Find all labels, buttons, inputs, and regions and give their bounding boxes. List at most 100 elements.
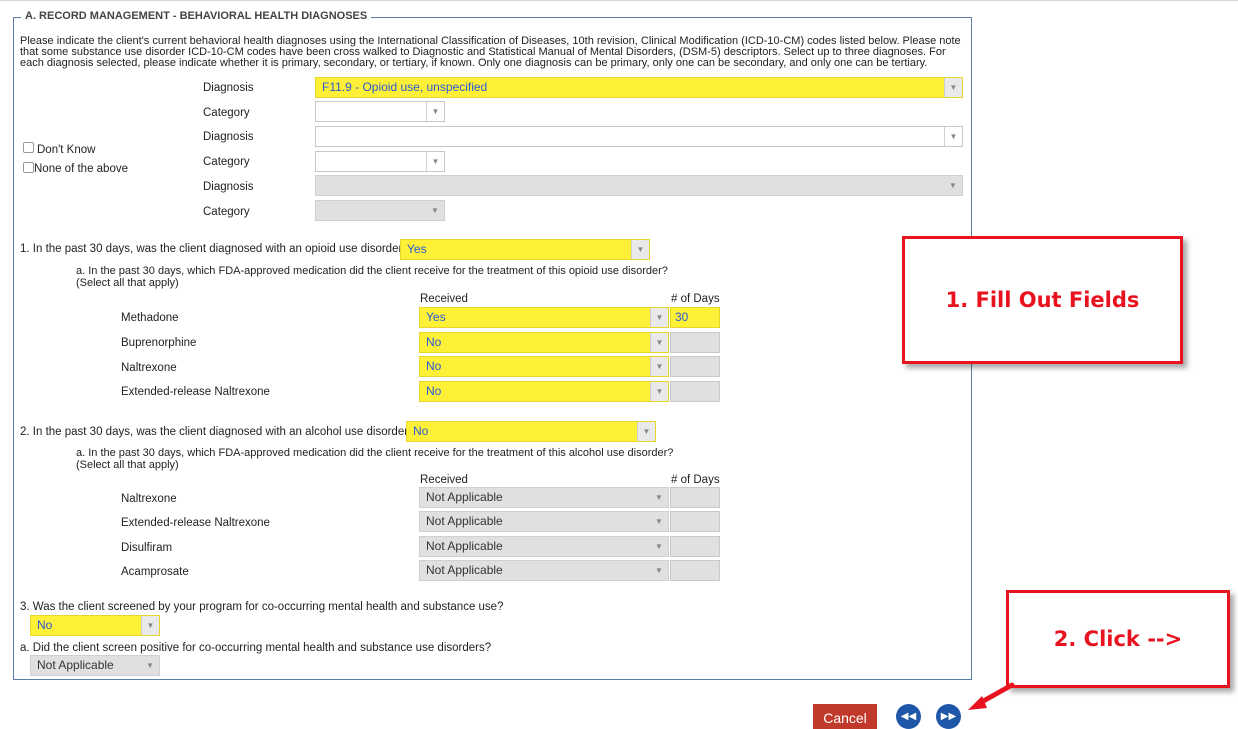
q2-med-received-value: Not Applicable bbox=[426, 490, 503, 504]
q2-med-days-input[interactable] bbox=[670, 487, 720, 508]
none-of-above-label: None of the above bbox=[34, 163, 128, 175]
chevron-down-icon: ▼ bbox=[655, 493, 663, 502]
intro-text: Please indicate the client's current beh… bbox=[20, 35, 961, 69]
q1-question: 1. In the past 30 days, was the client d… bbox=[20, 243, 409, 255]
diagnosis-1-select[interactable]: F11.9 - Opioid use, unspecified ▼ bbox=[315, 77, 963, 98]
q1-med-received-select[interactable]: No ▼ bbox=[419, 332, 669, 353]
q1-med-received-select[interactable]: Yes ▼ bbox=[419, 307, 669, 328]
rewind-icon: ◀◀ bbox=[900, 711, 917, 722]
chevron-down-icon: ▼ bbox=[655, 517, 663, 526]
q2-med-received-select[interactable]: Not Applicable ▼ bbox=[419, 487, 669, 508]
q3-answer-select[interactable]: No ▼ bbox=[30, 615, 160, 636]
diagnosis-1-value: F11.9 - Opioid use, unspecified bbox=[322, 80, 488, 94]
diagnosis-2-select[interactable]: ▼ bbox=[315, 126, 963, 147]
chevron-down-icon: ▼ bbox=[431, 206, 439, 215]
q1-med-received-value: No bbox=[426, 384, 442, 398]
q2-med-received-value: Not Applicable bbox=[426, 539, 503, 553]
chevron-down-icon: ▼ bbox=[949, 181, 957, 190]
q2-med-days-input[interactable] bbox=[670, 536, 720, 557]
chevron-down-icon: ▼ bbox=[944, 78, 962, 97]
chevron-down-icon: ▼ bbox=[650, 357, 668, 376]
callout-arrow-icon bbox=[968, 682, 1015, 710]
q2-med-name: Naltrexone bbox=[121, 493, 177, 505]
category-2-select[interactable]: ▼ bbox=[315, 151, 445, 172]
q2-med-name: Extended-release Naltrexone bbox=[121, 517, 270, 529]
click-callout: 2. Click --> bbox=[1006, 590, 1230, 688]
q1-med-name: Extended-release Naltrexone bbox=[121, 386, 270, 398]
dont-know-checkbox[interactable] bbox=[23, 142, 34, 153]
diagnosis-3-select[interactable]: ▼ bbox=[315, 175, 963, 196]
q1-med-name: Naltrexone bbox=[121, 362, 177, 374]
q1-med-received-select[interactable]: No ▼ bbox=[419, 356, 669, 377]
chevron-down-icon: ▼ bbox=[655, 566, 663, 575]
fill-out-fields-callout-text: 1. Fill Out Fields bbox=[945, 288, 1140, 312]
q1-med-days-input[interactable] bbox=[670, 356, 720, 377]
q1-received-header: Received bbox=[420, 293, 468, 305]
category-2-label: Category bbox=[203, 156, 250, 168]
diagnosis-3-label: Diagnosis bbox=[203, 181, 254, 193]
q1-med-days-input[interactable] bbox=[670, 332, 720, 353]
section-title: A. RECORD MANAGEMENT - BEHAVIORAL HEALTH… bbox=[21, 10, 372, 22]
fill-out-fields-callout: 1. Fill Out Fields bbox=[902, 236, 1183, 364]
q3-sub-answer-value: Not Applicable bbox=[37, 658, 114, 672]
q2-med-received-value: Not Applicable bbox=[426, 563, 503, 577]
diagnosis-2-label: Diagnosis bbox=[203, 131, 254, 143]
q2-question: 2. In the past 30 days, was the client d… bbox=[20, 426, 415, 438]
q1-med-received-value: No bbox=[426, 335, 442, 349]
q1-med-name: Methadone bbox=[121, 312, 179, 324]
q1-answer-value: Yes bbox=[407, 242, 427, 256]
next-button[interactable]: ▶▶ bbox=[936, 704, 961, 729]
category-3-label: Category bbox=[203, 206, 250, 218]
q2-answer-value: No bbox=[413, 424, 429, 438]
diagnosis-1-label: Diagnosis bbox=[203, 82, 254, 94]
q1-days-header: # of Days bbox=[671, 293, 720, 305]
fast-forward-icon: ▶▶ bbox=[940, 711, 957, 722]
chevron-down-icon: ▼ bbox=[141, 616, 159, 635]
q2-med-received-select[interactable]: Not Applicable ▼ bbox=[419, 560, 669, 581]
chevron-down-icon: ▼ bbox=[631, 240, 649, 259]
chevron-down-icon: ▼ bbox=[650, 382, 668, 401]
chevron-down-icon: ▼ bbox=[637, 422, 655, 441]
dont-know-label: Don't Know bbox=[37, 144, 96, 156]
top-divider bbox=[0, 0, 1238, 1]
category-1-select[interactable]: ▼ bbox=[315, 101, 445, 122]
q2-med-name: Disulfiram bbox=[121, 542, 173, 554]
q2-sub-question-note: (Select all that apply) bbox=[76, 459, 179, 471]
click-callout-text: 2. Click --> bbox=[1053, 627, 1183, 651]
chevron-down-icon: ▼ bbox=[426, 152, 444, 171]
q2-med-received-select[interactable]: Not Applicable ▼ bbox=[419, 536, 669, 557]
chevron-down-icon: ▼ bbox=[650, 333, 668, 352]
q3-answer-value: No bbox=[37, 618, 53, 632]
previous-button[interactable]: ◀◀ bbox=[896, 704, 921, 729]
q1-med-received-value: Yes bbox=[426, 310, 446, 324]
chevron-down-icon: ▼ bbox=[650, 308, 668, 327]
none-of-above-checkbox[interactable] bbox=[23, 162, 34, 173]
q2-received-header: Received bbox=[420, 474, 468, 486]
q3-sub-question: a. Did the client screen positive for co… bbox=[20, 642, 492, 654]
q1-med-days-input[interactable] bbox=[670, 381, 720, 402]
q2-med-received-value: Not Applicable bbox=[426, 514, 503, 528]
q3-question: 3. Was the client screened by your progr… bbox=[20, 601, 504, 613]
chevron-down-icon: ▼ bbox=[944, 127, 962, 146]
cancel-button[interactable]: Cancel bbox=[813, 704, 877, 729]
q2-med-days-input[interactable] bbox=[670, 511, 720, 532]
q2-sub-question: a. In the past 30 days, which FDA-approv… bbox=[76, 447, 674, 459]
q1-med-days-input[interactable]: 30 bbox=[670, 307, 720, 328]
q1-med-received-select[interactable]: No ▼ bbox=[419, 381, 669, 402]
chevron-down-icon: ▼ bbox=[146, 661, 154, 670]
q1-sub-question: a. In the past 30 days, which FDA-approv… bbox=[76, 265, 668, 277]
q3-sub-answer-select[interactable]: Not Applicable ▼ bbox=[30, 655, 160, 676]
q2-med-name: Acamprosate bbox=[121, 566, 189, 578]
q2-med-received-select[interactable]: Not Applicable ▼ bbox=[419, 511, 669, 532]
category-1-label: Category bbox=[203, 107, 250, 119]
chevron-down-icon: ▼ bbox=[426, 102, 444, 121]
q1-med-received-value: No bbox=[426, 359, 442, 373]
q2-days-header: # of Days bbox=[671, 474, 720, 486]
q1-answer-select[interactable]: Yes ▼ bbox=[400, 239, 650, 260]
category-3-select[interactable]: ▼ bbox=[315, 200, 445, 221]
q2-answer-select[interactable]: No ▼ bbox=[406, 421, 656, 442]
q1-med-name: Buprenorphine bbox=[121, 337, 197, 349]
chevron-down-icon: ▼ bbox=[655, 542, 663, 551]
q1-sub-question-note: (Select all that apply) bbox=[76, 277, 179, 289]
q2-med-days-input[interactable] bbox=[670, 560, 720, 581]
